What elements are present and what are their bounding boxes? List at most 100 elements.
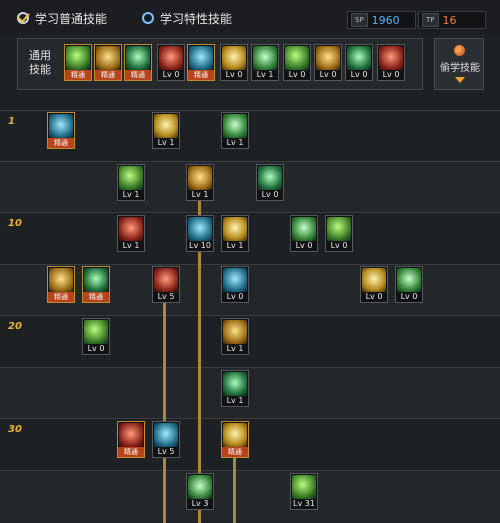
tp-counter: TP 16: [418, 11, 486, 29]
sp-counter: SP 1960: [347, 11, 416, 29]
mastery-badge: 精通: [125, 70, 151, 80]
tree-row: [0, 264, 500, 315]
skill-slot[interactable]: Lv 0: [345, 44, 373, 81]
skill-slot[interactable]: Lv 1: [117, 164, 145, 201]
skill-slot[interactable]: 精通: [64, 44, 92, 81]
skill-slot[interactable]: Lv 0: [377, 44, 405, 81]
skill-slot[interactable]: Lv 0: [82, 318, 110, 355]
skill-level-label: Lv 31: [293, 499, 315, 508]
skill-level-label: Lv 1: [122, 190, 140, 199]
skill-connector: [163, 301, 166, 523]
level-marker-30: 30: [8, 424, 22, 435]
skill-level-label: Lv 0: [382, 70, 400, 79]
skill-slot[interactable]: Lv 0: [283, 44, 311, 81]
burst-icon: [119, 166, 143, 190]
skill-slot[interactable]: Lv 3: [186, 473, 214, 510]
tab-normal-skills[interactable]: 学习普通技能: [17, 9, 107, 27]
mastery-badge: 精通: [48, 138, 74, 148]
cactus-icon: [49, 114, 73, 138]
skill-slot[interactable]: Lv 0: [290, 215, 318, 252]
leaf-icon: [379, 46, 403, 70]
tree-row: [0, 418, 500, 469]
skill-slot[interactable]: Lv 0: [325, 215, 353, 252]
skill-slot[interactable]: 精通: [117, 421, 145, 458]
skill-level-label: Lv 0: [226, 292, 244, 301]
level-marker-10: 10: [8, 218, 22, 229]
vortex-icon: [292, 475, 316, 499]
skill-connector: [233, 455, 236, 523]
mastery-badge: 精通: [222, 447, 248, 457]
level-marker-1: 1: [8, 116, 15, 127]
skill-slot[interactable]: Lv 1: [251, 44, 279, 81]
steal-skill-button[interactable]: 偷学技能: [434, 38, 484, 90]
wing-icon: [159, 46, 183, 70]
skill-slot[interactable]: Lv 0: [157, 44, 185, 81]
skill-level-label: Lv 1: [226, 241, 244, 250]
skill-slot[interactable]: Lv 1: [221, 370, 249, 407]
skill-slot[interactable]: 精通: [47, 112, 75, 149]
skill-slot[interactable]: Lv 1: [117, 215, 145, 252]
sp-tag: SP: [351, 13, 368, 27]
skill-level-label: Lv 0: [400, 292, 418, 301]
cross-icon: [222, 46, 246, 70]
skill-level-label: Lv 1: [157, 138, 175, 147]
shield-icon: [223, 268, 247, 292]
runner-icon: [253, 46, 277, 70]
skill-slot[interactable]: Lv 1: [186, 164, 214, 201]
skill-level-label: Lv 1: [122, 241, 140, 250]
skill-slot[interactable]: Lv 0: [256, 164, 284, 201]
grenade-icon: [397, 268, 421, 292]
tab-special-skills[interactable]: 学习特性技能: [142, 9, 232, 27]
uppercut-icon: [154, 114, 178, 138]
skill-slot[interactable]: Lv 1: [221, 318, 249, 355]
skill-slot[interactable]: Lv 5: [152, 266, 180, 303]
skill-slot[interactable]: Lv 1: [152, 112, 180, 149]
skill-slot[interactable]: Lv 0: [220, 44, 248, 81]
skill-level-label: Lv 0: [261, 190, 279, 199]
mastery-badge: 精通: [118, 447, 144, 457]
spear-icon: [84, 268, 108, 292]
skill-slot[interactable]: 精通: [187, 44, 215, 81]
skill-slot[interactable]: Lv 0: [221, 266, 249, 303]
shot-icon: [154, 268, 178, 292]
slash-icon: [188, 166, 212, 190]
skill-level-label: Lv 10: [189, 241, 211, 250]
tree-row: [0, 212, 500, 263]
blade-icon: [119, 217, 143, 241]
mastery-badge: 精通: [65, 70, 91, 80]
tree-row: [0, 315, 500, 366]
steal-skill-label: 偷学技能: [440, 63, 480, 74]
skill-slot[interactable]: Lv 0: [395, 266, 423, 303]
skill-level-label: Lv 0: [225, 70, 243, 79]
skill-slot[interactable]: 精通: [82, 266, 110, 303]
skill-level-label: Lv 0: [162, 70, 180, 79]
skill-slot[interactable]: Lv 1: [221, 112, 249, 149]
skill-level-label: Lv 0: [87, 344, 105, 353]
skill-level-label: Lv 1: [226, 396, 244, 405]
skill-slot[interactable]: Lv 5: [152, 421, 180, 458]
skill-level-label: Lv 5: [157, 447, 175, 456]
skill-slot[interactable]: 精通: [94, 44, 122, 81]
skill-slot[interactable]: Lv 0: [360, 266, 388, 303]
tree-row: [0, 470, 500, 521]
skill-slot[interactable]: 精通: [47, 266, 75, 303]
fighter-icon: [347, 46, 371, 70]
skill-slot[interactable]: Lv 10: [186, 215, 214, 252]
reading-icon: [66, 46, 90, 70]
gun-icon: [258, 166, 282, 190]
skill-slot[interactable]: Lv 0: [314, 44, 342, 81]
skill-slot[interactable]: 精通: [221, 421, 249, 458]
tree-row: [0, 367, 500, 418]
skill-slot[interactable]: 精通: [124, 44, 152, 81]
skill-level-label: Lv 1: [256, 70, 274, 79]
skill-slot[interactable]: Lv 31: [290, 473, 318, 510]
skill-level-label: Lv 0: [330, 241, 348, 250]
common-skills-label: 通用技能: [29, 49, 51, 76]
rage-icon: [96, 46, 120, 70]
skill-slot[interactable]: Lv 1: [221, 215, 249, 252]
thrust-icon: [223, 217, 247, 241]
kick-icon: [223, 114, 247, 138]
mastery-badge: 精通: [95, 70, 121, 80]
tree-row: [0, 161, 500, 212]
skill-level-label: Lv 0: [288, 70, 306, 79]
